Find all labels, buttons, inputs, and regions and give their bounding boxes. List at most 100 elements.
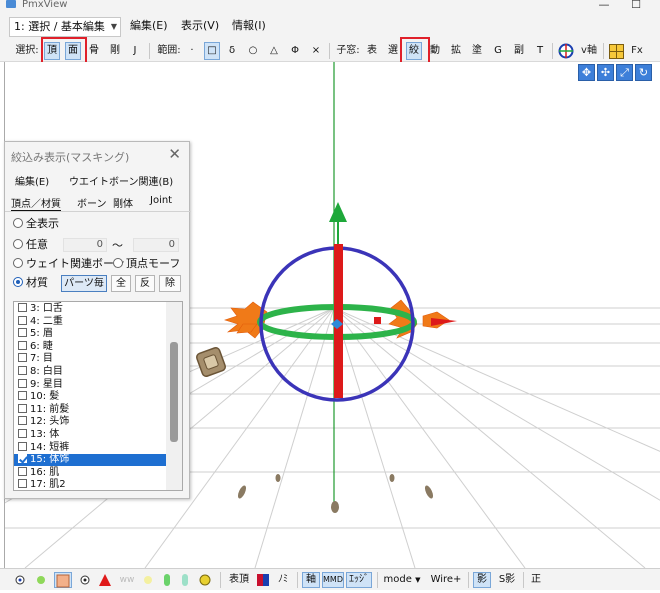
radio-show-all[interactable] bbox=[13, 218, 23, 228]
close-icon[interactable]: ✕ bbox=[168, 145, 181, 163]
list-item[interactable]: 5: 眉 bbox=[14, 328, 166, 340]
list-item[interactable]: 14: 短裤 bbox=[14, 441, 166, 454]
checkbox[interactable] bbox=[18, 466, 27, 476]
option-weight-bone[interactable]: ウェイト関連ボーン bbox=[13, 257, 124, 271]
child-paint-button[interactable]: 塗 bbox=[469, 42, 485, 60]
checkbox[interactable] bbox=[18, 328, 27, 338]
morph-icon[interactable] bbox=[197, 572, 213, 588]
select-joint-button[interactable]: J bbox=[127, 42, 143, 60]
menu-info[interactable]: 情報(I) bbox=[232, 19, 266, 33]
select-bone-button[interactable]: 骨 bbox=[86, 42, 102, 60]
v-axis-button[interactable]: v軸 bbox=[577, 42, 601, 60]
triangle-icon[interactable] bbox=[97, 572, 113, 588]
option-show-all[interactable]: 全表示 bbox=[13, 217, 59, 231]
checkbox[interactable] bbox=[18, 416, 27, 426]
range-point-button[interactable]: · bbox=[184, 42, 200, 60]
range-delta-button[interactable]: δ bbox=[224, 42, 240, 60]
checkbox-checked[interactable] bbox=[18, 454, 27, 464]
rotate-icon[interactable]: ↻ bbox=[635, 64, 652, 81]
list-item[interactable]: 16: 肌 bbox=[14, 466, 166, 479]
checkbox[interactable] bbox=[18, 391, 27, 401]
range-phi-button[interactable]: Φ bbox=[287, 42, 303, 60]
checkbox[interactable] bbox=[18, 479, 27, 489]
status-shadow-button[interactable]: 影 bbox=[473, 572, 491, 588]
range-circle-button[interactable]: ○ bbox=[245, 42, 261, 60]
bone-green-icon[interactable] bbox=[160, 572, 174, 588]
tab-rigid[interactable]: 剛体 bbox=[113, 195, 133, 210]
child-select-button[interactable]: 選 bbox=[385, 42, 401, 60]
range-clear-button[interactable]: × bbox=[308, 42, 324, 60]
status-front-button[interactable]: 正 bbox=[528, 572, 544, 588]
checkbox[interactable] bbox=[18, 429, 27, 438]
tab-vertex-material[interactable]: 頂点／材質 bbox=[11, 195, 61, 212]
list-item[interactable]: 12: 头饰 bbox=[14, 416, 166, 428]
status-edge-button[interactable]: ｴｯｼﾞ bbox=[346, 572, 372, 588]
light-icon[interactable] bbox=[140, 572, 156, 588]
scrollbar-thumb[interactable] bbox=[170, 342, 178, 442]
tab-bone[interactable]: ボーン bbox=[77, 195, 107, 210]
select-rigid-button[interactable]: 剛 bbox=[107, 42, 123, 60]
range-triangle-button[interactable]: △ bbox=[266, 42, 282, 60]
range-rect-button[interactable]: □ bbox=[204, 42, 220, 60]
list-item[interactable]: 13: 体 bbox=[14, 429, 166, 441]
checkbox[interactable] bbox=[18, 441, 27, 451]
move-xy-icon[interactable]: ✥ bbox=[578, 64, 595, 81]
move-all-icon[interactable]: ✣ bbox=[597, 64, 614, 81]
list-item[interactable]: 4: 二重 bbox=[14, 315, 166, 328]
status-nomi-button[interactable]: ﾉﾐ bbox=[274, 572, 292, 588]
material-list[interactable]: 3: 口舌 4: 二重 5: 眉 6: 睫 7: 目 8: 白目 9: 星目 10: 髪 11:… bbox=[13, 301, 183, 491]
list-item[interactable]: 8: 白目 bbox=[14, 366, 166, 378]
panel-menu-edit[interactable]: 編集(E) bbox=[15, 173, 49, 188]
checkbox[interactable] bbox=[18, 340, 27, 350]
status-vertex-label[interactable]: 表頂 bbox=[226, 572, 252, 588]
color-icon[interactable] bbox=[255, 572, 271, 588]
list-item[interactable]: 17: 肌2 bbox=[14, 479, 166, 490]
status-wire-button[interactable]: Wire+ bbox=[428, 572, 464, 588]
wire-icon[interactable]: ww bbox=[118, 572, 136, 588]
minimize-button[interactable]: — bbox=[594, 0, 614, 12]
list-item[interactable]: 9: 星目 bbox=[14, 378, 166, 391]
checkbox[interactable] bbox=[18, 403, 27, 413]
child-t-button[interactable]: T bbox=[532, 42, 548, 60]
menu-view[interactable]: 表示(V) bbox=[181, 19, 219, 33]
checkbox[interactable] bbox=[18, 353, 27, 363]
radio-weight-bone[interactable] bbox=[13, 258, 23, 268]
tab-joint[interactable]: Joint bbox=[150, 195, 172, 206]
invert-button[interactable]: 反 bbox=[135, 275, 155, 292]
checkbox[interactable] bbox=[18, 303, 27, 312]
option-material[interactable]: 材質 bbox=[13, 276, 48, 290]
grid-icon[interactable] bbox=[608, 42, 625, 60]
checkbox[interactable] bbox=[18, 378, 27, 388]
vertex-dot-icon[interactable] bbox=[12, 572, 28, 588]
range-to-input[interactable]: 0 bbox=[133, 238, 179, 252]
radio-material[interactable] bbox=[13, 277, 23, 287]
list-item[interactable]: 11: 前髪 bbox=[14, 403, 166, 416]
mode-select[interactable]: 1: 選択 / 基本編集 ▼ bbox=[9, 17, 121, 37]
child-group-button[interactable]: G bbox=[490, 42, 506, 60]
menu-edit[interactable]: 編集(E) bbox=[130, 19, 168, 33]
scale-icon[interactable]: ⤢ bbox=[616, 64, 633, 81]
child-sub-button[interactable]: 副 bbox=[511, 42, 527, 60]
green-dot-icon[interactable] bbox=[33, 572, 49, 588]
bone-cyan-icon[interactable] bbox=[178, 572, 192, 588]
list-item[interactable]: 10: 髪 bbox=[14, 391, 166, 403]
axis-target-icon[interactable] bbox=[557, 42, 575, 60]
range-from-input[interactable]: 0 bbox=[63, 238, 107, 252]
child-scale-button[interactable]: 拡 bbox=[448, 42, 464, 60]
list-item[interactable]: 15: 体饰 bbox=[14, 454, 166, 467]
checkbox[interactable] bbox=[18, 315, 27, 325]
status-sshadow-button[interactable]: S影 bbox=[495, 572, 519, 588]
radio-vertex-morph[interactable] bbox=[113, 258, 123, 268]
status-mmd-button[interactable]: MMD bbox=[322, 572, 344, 588]
texture-icon[interactable] bbox=[54, 572, 72, 588]
all-button[interactable]: 全 bbox=[111, 275, 131, 292]
list-item[interactable]: 3: 口舌 bbox=[14, 303, 166, 315]
list-item[interactable]: 7: 目 bbox=[14, 353, 166, 365]
remove-button[interactable]: 除 bbox=[159, 275, 181, 292]
list-item[interactable]: 6: 睫 bbox=[14, 340, 166, 353]
status-axis-button[interactable]: 軸 bbox=[302, 572, 320, 588]
status-mode-dropdown[interactable]: mode ▼ bbox=[382, 572, 422, 588]
panel-menu-weight-bone[interactable]: ウエイトボーン関連(B) bbox=[69, 173, 173, 188]
fx-button[interactable]: Fx bbox=[629, 42, 645, 60]
per-part-button[interactable]: パーツ毎 bbox=[61, 275, 107, 292]
